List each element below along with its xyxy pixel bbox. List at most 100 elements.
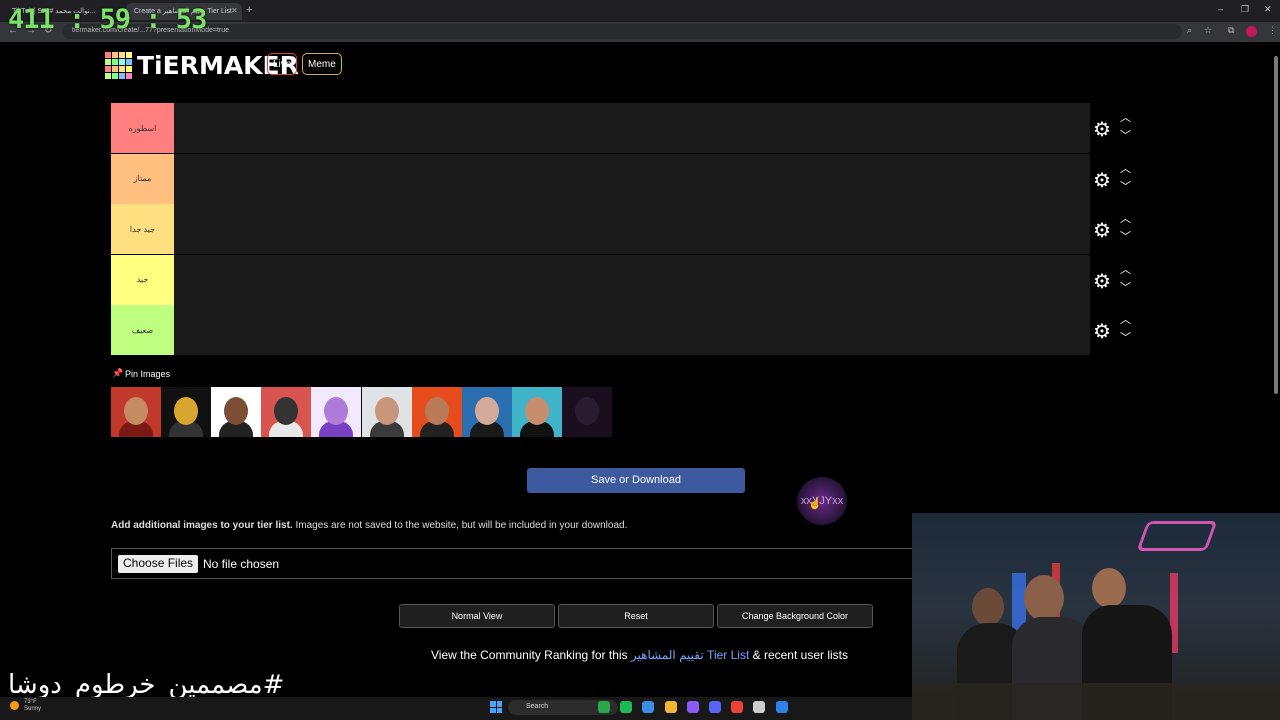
thumb-face-shape xyxy=(474,397,499,425)
weather-temp: 73°F xyxy=(24,699,37,705)
live-button[interactable]: Live xyxy=(267,53,298,75)
thumb-face-shape xyxy=(424,397,449,425)
tier-settings-gear-icon[interactable]: ⚙ xyxy=(1093,168,1111,193)
pin-images-label[interactable]: Pin Images xyxy=(125,369,170,379)
add-images-bold-text: Add additional images to your tier list. xyxy=(111,520,293,531)
image-thumb[interactable] xyxy=(511,387,562,437)
taskbar-search-label: Search xyxy=(526,703,549,710)
taskbar-app-icon[interactable] xyxy=(598,701,610,713)
image-thumb[interactable] xyxy=(111,387,161,437)
tier-row[interactable]: جيد xyxy=(111,254,1090,306)
tier-label[interactable]: ممتاز xyxy=(111,153,174,204)
community-prefix: View the Community Ranking for this xyxy=(431,648,631,662)
tier-row[interactable]: اسطوره xyxy=(111,103,1090,154)
tier-row[interactable]: جيد جدا xyxy=(111,204,1090,255)
image-thumb[interactable] xyxy=(411,387,462,437)
thumb-face-shape xyxy=(524,397,549,425)
logo-cell xyxy=(105,52,111,58)
browser-menu-icon[interactable]: ⋮ xyxy=(1268,25,1277,36)
community-ranking-link[interactable]: تقييم المشاهير Tier List xyxy=(631,648,749,662)
weather-sun-icon[interactable] xyxy=(10,701,19,710)
logo-cell xyxy=(112,59,118,65)
close-tab-icon[interactable]: ✕ xyxy=(231,6,238,15)
logo-cell xyxy=(119,52,125,58)
pin-icon: 📌 xyxy=(112,368,124,378)
tiermaker-logo-icon[interactable] xyxy=(105,52,132,79)
image-thumb[interactable] xyxy=(461,387,512,437)
tier-settings-gear-icon[interactable]: ⚙ xyxy=(1093,319,1111,344)
move-tier-down-icon[interactable]: ﹀ xyxy=(1120,282,1131,293)
zoom-icon[interactable]: ⌕ xyxy=(1187,25,1192,36)
close-window-icon[interactable]: ✕ xyxy=(1264,4,1272,15)
normal-view-button[interactable]: Normal View xyxy=(399,604,555,628)
dragging-image-thumb[interactable]: xxYJYxx xyxy=(797,477,847,525)
taskbar-app-icon[interactable] xyxy=(731,701,744,713)
file-status: No file chosen xyxy=(203,557,280,571)
logo-cell xyxy=(105,59,111,65)
image-thumb[interactable] xyxy=(311,387,362,437)
hand-cursor-icon: ☝ xyxy=(808,498,822,510)
thumb-face-shape xyxy=(224,397,249,425)
logo-cell xyxy=(112,66,118,72)
taskbar-app-icon[interactable] xyxy=(620,701,633,713)
weather-widget[interactable]: 73°F Sunny xyxy=(24,699,41,713)
move-tier-down-icon[interactable]: ﹀ xyxy=(1120,232,1131,243)
url-field[interactable]: tiermaker.com/create/...77?presentationM… xyxy=(62,24,1182,39)
webcam-overlay xyxy=(912,513,1280,720)
page-scrollbar[interactable] xyxy=(1274,56,1278,394)
tier-label[interactable]: ضعيف xyxy=(111,305,174,355)
taskbar-app-icon[interactable] xyxy=(642,701,655,713)
tier-row[interactable]: ممتاز xyxy=(111,153,1090,205)
bookmark-star-icon[interactable]: ☆ xyxy=(1204,25,1212,36)
move-tier-up-icon[interactable]: ︿ xyxy=(1120,264,1131,275)
weather-desc: Sunny xyxy=(24,706,42,712)
image-thumb[interactable] xyxy=(161,387,212,437)
move-tier-up-icon[interactable]: ︿ xyxy=(1120,214,1131,225)
minimize-icon[interactable]: – xyxy=(1218,4,1223,14)
file-upload-box: Choose Files No file chosen xyxy=(111,548,941,579)
move-tier-down-icon[interactable]: ﹀ xyxy=(1120,131,1131,142)
move-tier-up-icon[interactable]: ︿ xyxy=(1120,113,1131,124)
tier-settings-gear-icon[interactable]: ⚙ xyxy=(1093,218,1111,243)
thumb-face-shape xyxy=(124,397,148,425)
tier-label[interactable]: جيد xyxy=(111,254,174,305)
move-tier-up-icon[interactable]: ︿ xyxy=(1120,315,1131,326)
move-tier-up-icon[interactable]: ︿ xyxy=(1120,163,1131,174)
meme-button[interactable]: Meme xyxy=(302,53,342,75)
taskbar-app-icon[interactable] xyxy=(664,701,677,713)
new-tab-icon[interactable]: + xyxy=(246,4,252,16)
choose-files-button[interactable]: Choose Files xyxy=(118,555,199,573)
logo-cell xyxy=(105,73,111,79)
taskbar-app-icon[interactable] xyxy=(686,701,699,713)
image-thumb[interactable] xyxy=(261,387,312,437)
save-or-download-button[interactable]: Save or Download xyxy=(527,468,745,493)
logo-cell xyxy=(126,66,132,72)
image-thumb[interactable] xyxy=(561,387,612,437)
tier-settings-gear-icon[interactable]: ⚙ xyxy=(1093,269,1111,294)
tier-label[interactable]: جيد جدا xyxy=(111,204,174,254)
thumb-face-shape xyxy=(374,397,399,425)
tier-settings-gear-icon[interactable]: ⚙ xyxy=(1093,117,1111,142)
windows-start-icon[interactable] xyxy=(490,701,502,713)
reset-button[interactable]: Reset xyxy=(558,604,714,628)
add-images-description: Add additional images to your tier list.… xyxy=(111,520,627,531)
image-thumb[interactable] xyxy=(361,387,412,437)
logo-cell xyxy=(105,66,111,72)
extensions-icon[interactable]: ⧉ xyxy=(1228,25,1234,36)
thumb-face-shape xyxy=(324,397,349,425)
taskbar-app-icon[interactable] xyxy=(709,701,721,713)
profile-avatar[interactable] xyxy=(1246,26,1257,37)
tier-row[interactable]: ضعيف xyxy=(111,305,1090,356)
change-background-color-button[interactable]: Change Background Color xyxy=(717,604,873,628)
image-thumb[interactable] xyxy=(211,387,262,437)
taskbar-app-icon[interactable] xyxy=(753,701,766,713)
move-tier-down-icon[interactable]: ﹀ xyxy=(1120,333,1131,344)
stream-timer: 411 : 59 : 53 xyxy=(8,4,207,35)
taskbar-app-icon[interactable] xyxy=(775,701,788,713)
tier-label[interactable]: اسطوره xyxy=(111,103,174,153)
restore-icon[interactable]: ❐ xyxy=(1241,4,1249,15)
thumb-face-shape xyxy=(574,397,599,425)
thumb-face-shape xyxy=(174,397,199,425)
logo-cell xyxy=(119,66,125,72)
move-tier-down-icon[interactable]: ﹀ xyxy=(1120,181,1131,192)
